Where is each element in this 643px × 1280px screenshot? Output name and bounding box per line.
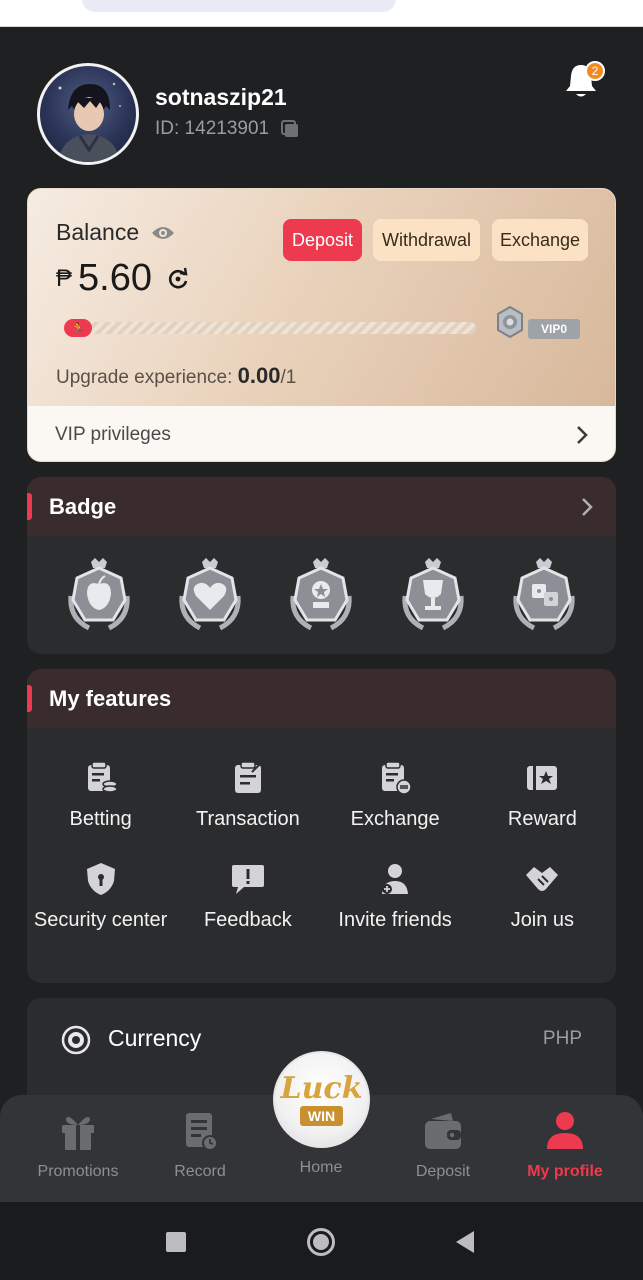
exchange-icon <box>382 761 412 795</box>
currency-value: PHP <box>542 1028 582 1049</box>
refresh-icon[interactable] <box>166 267 190 291</box>
feature-security-center[interactable]: Security center <box>27 861 174 932</box>
features-header: My features <box>27 669 616 728</box>
withdrawal-button[interactable]: Withdrawal <box>373 219 480 261</box>
section-accent-bar <box>27 493 32 520</box>
gift-icon <box>62 1117 94 1150</box>
nav-label: Record <box>174 1163 226 1180</box>
handshake-icon <box>526 867 559 891</box>
nav-record[interactable]: Record <box>145 1109 255 1181</box>
nav-promotions[interactable]: Promotions <box>23 1109 133 1181</box>
features-grid: Betting Transaction Exchange Reward Secu… <box>27 728 616 932</box>
apple-badge-icon[interactable] <box>63 556 135 632</box>
heart-badge-icon[interactable] <box>174 556 246 632</box>
feature-label: Reward <box>507 808 577 830</box>
balance-amount-row: ₱ 5.60 <box>56 257 190 300</box>
cup-badge-icon[interactable] <box>397 556 469 632</box>
avatar-illustration <box>58 82 121 162</box>
exchange-button[interactable]: Exchange <box>492 219 588 261</box>
address-bar[interactable] <box>82 0 396 12</box>
system-nav-bar <box>0 1202 643 1280</box>
nav-my-profile[interactable]: My profile <box>510 1109 620 1181</box>
feature-reward[interactable]: Reward <box>469 760 616 831</box>
wallet-icon <box>425 1113 461 1149</box>
feature-invite-friends[interactable]: Invite friends <box>322 861 469 932</box>
currency-label: Currency <box>108 1025 202 1051</box>
feature-exchange[interactable]: Exchange <box>322 760 469 831</box>
feature-label: Security center <box>33 909 168 931</box>
user-id: ID: 14213901 <box>155 118 301 140</box>
eye-icon[interactable] <box>151 224 175 242</box>
notification-badge: 2 <box>585 61 605 81</box>
record-icon <box>186 1113 218 1151</box>
features-section: My features Betting Transaction Exchange… <box>27 669 616 983</box>
feature-join-us[interactable]: Join us <box>469 861 616 932</box>
balance-label-row: Balance <box>56 219 175 246</box>
nav-label: Deposit <box>415 1163 471 1180</box>
vip-progress-bar <box>66 322 476 334</box>
feature-label: Invite friends <box>338 909 452 931</box>
dice-badge-icon[interactable] <box>508 556 580 632</box>
profile-icon <box>547 1112 583 1149</box>
invite-icon <box>382 864 409 894</box>
feature-feedback[interactable]: Feedback <box>174 861 321 932</box>
badge-header[interactable]: Badge <box>27 477 616 536</box>
shield-icon <box>86 863 115 895</box>
browser-top-strip <box>0 0 643 27</box>
feature-label: Join us <box>510 909 575 931</box>
home-circle-icon[interactable] <box>306 1227 336 1257</box>
upgrade-target: /1 <box>280 367 297 388</box>
nav-label: My profile <box>527 1163 603 1180</box>
nav-deposit[interactable]: Deposit <box>388 1109 498 1181</box>
badge-section: Badge <box>27 477 616 654</box>
vip-emblem-icon <box>497 305 523 339</box>
balance-amount: 5.60 <box>78 257 152 299</box>
copy-icon[interactable] <box>279 118 301 140</box>
feature-transaction[interactable]: Transaction <box>174 760 321 831</box>
avatar[interactable] <box>37 63 139 165</box>
upgrade-experience: Upgrade experience: 0.00/1 <box>56 363 296 389</box>
chevron-right-icon <box>577 425 588 444</box>
nav-home-label[interactable]: Home <box>266 1159 376 1177</box>
section-accent-bar <box>27 685 32 712</box>
currency-symbol: ₱ <box>56 264 73 292</box>
runner-icon: 🏃 <box>64 319 92 337</box>
upgrade-label: Upgrade experience: <box>56 367 233 388</box>
currency-icon <box>61 1025 91 1055</box>
balance-card: Balance ₱ 5.60 Deposit Withdrawal Exchan… <box>27 188 616 462</box>
home-logo-button[interactable]: Luck WIN <box>273 1051 370 1148</box>
feature-label: Feedback <box>203 909 292 931</box>
balance-label: Balance <box>56 219 140 245</box>
back-icon[interactable] <box>454 1230 476 1254</box>
vip-privileges-row[interactable]: VIP privileges <box>28 406 615 461</box>
feature-label: Transaction <box>196 808 300 830</box>
chevron-right-icon <box>582 498 593 516</box>
reward-icon <box>527 766 558 790</box>
username: sotnaszip21 <box>155 84 287 110</box>
badge-list <box>27 536 616 632</box>
betting-icon <box>87 761 118 793</box>
nav-label: Promotions <box>37 1163 119 1180</box>
trophy-star-badge-icon[interactable] <box>285 556 357 632</box>
features-title: My features <box>49 685 172 711</box>
badge-title: Badge <box>49 493 117 519</box>
recents-icon[interactable] <box>166 1232 186 1252</box>
user-id-text: ID: 14213901 <box>155 118 270 139</box>
upgrade-current: 0.00 <box>237 363 281 388</box>
feature-label: Exchange <box>350 808 440 830</box>
logo-win-text: WIN <box>299 1105 344 1126</box>
logo-luck-text: Luck <box>280 1070 363 1106</box>
deposit-button[interactable]: Deposit <box>283 219 362 261</box>
feature-betting[interactable]: Betting <box>27 760 174 831</box>
transaction-icon <box>234 761 261 793</box>
feedback-icon <box>231 865 264 894</box>
feature-label: Betting <box>69 808 132 830</box>
vip-level-tag: VIP0 <box>528 319 580 339</box>
vip-privileges-label: VIP privileges <box>55 423 171 445</box>
